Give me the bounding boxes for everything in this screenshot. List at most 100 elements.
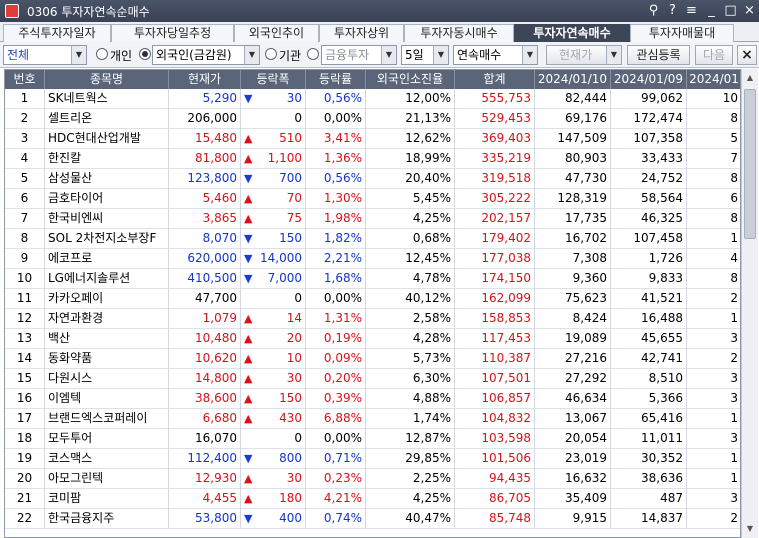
tab-investor-consecutive[interactable]: 투자자연속매수 [514,24,630,42]
stock-name-cell[interactable]: 백산 [45,329,169,349]
table-row[interactable]: 1 SK네트웍스 5,290 ▼ 30 0,56% 12,00% 555,753 82,444 9… [5,89,740,109]
table-row[interactable]: 19 코스맥스 112,400 ▼ 800 0,71% 29,85% 101,506 23,01… [5,449,740,469]
net-buy-day-3-text: 1 [730,451,738,465]
stock-name-cell[interactable]: SOL 2차전지소부장F [45,229,169,249]
stock-name-cell[interactable]: 브랜드엑스코퍼레이 [45,409,169,429]
table-row[interactable]: 11 카카오페이 47,700 0 0,00% 40,12% 162,099 75,623 41… [5,289,740,309]
net-buy-day-1-cell: 19,089 [535,329,611,349]
foreign-exhaustion-rate-cell: 4,88% [366,389,455,409]
stock-name-cell[interactable]: 한국금융지주 [45,509,169,529]
table-row[interactable]: 3 HDC현대산업개발 15,480 ▲ 510 3,41% 12,62% 369,403 14… [5,129,740,149]
stock-name-cell[interactable]: LG에너지솔루션 [45,269,169,289]
scrollbar-thumb[interactable] [744,89,756,239]
radio-foreign[interactable] [139,48,151,60]
column-header-change-rate[interactable]: 등락률 [306,70,366,89]
stock-name-cell[interactable]: HDC현대산업개발 [45,129,169,149]
table-row[interactable]: 20 아모그린텍 12,930 ▲ 30 0,23% 2,25% 94,435 16,632 38… [5,469,740,489]
table-row[interactable]: 21 코미팜 4,455 ▲ 180 4,21% 4,25% 86,705 35,409 487 3 [5,489,740,509]
stock-name-cell[interactable]: 코미팜 [45,489,169,509]
table-row[interactable]: 17 브랜드엑스코퍼레이 6,680 ▲ 430 6,88% 1,74% 104,832 13,… [5,409,740,429]
table-row[interactable]: 12 자연과환경 1,079 ▲ 14 1,31% 2,58% 158,853 8,424 16,… [5,309,740,329]
column-header-foreign-exhaustion-rate[interactable]: 외국인소진율 [366,70,455,89]
table-row[interactable]: 9 에코프로 620,000 ▼ 14,000 2,21% 12,45% 177,038 7,3… [5,249,740,269]
institution-type-select[interactable]: 금융투자 ▼ [321,45,397,65]
change-rate-text: 0,09% [323,351,362,365]
market-select[interactable]: 전체 ▼ [3,45,87,65]
table-row[interactable]: 6 금호타이어 5,460 ▲ 70 1,30% 5,45% 305,222 128,319 58… [5,189,740,209]
column-header-net-buy-day-1[interactable]: 2024/01/10 [535,70,611,89]
table-row[interactable]: 13 백산 10,480 ▲ 20 0,19% 4,28% 117,453 19,089 45,6… [5,329,740,349]
net-buy-day-3-cell: 8 [687,109,740,129]
table-row[interactable]: 15 다원시스 14,800 ▲ 30 0,20% 6,30% 107,501 27,292 8,… [5,369,740,389]
change-rate-text: 1,98% [323,211,362,225]
tab-investor-daily[interactable]: 주식투자자일자 [3,24,111,42]
column-header-row-number[interactable]: 번호 [5,70,45,89]
stock-name-cell[interactable]: 자연과환경 [45,309,169,329]
change-rate-cell: 0,56% [306,169,366,189]
stock-name-cell[interactable]: 모두투어 [45,429,169,449]
scroll-up-icon[interactable]: ▲ [742,70,758,86]
table-row[interactable]: 22 한국금융지주 53,800 ▼ 400 0,74% 40,47% 85,748 9,915… [5,509,740,529]
tab-foreign-trend[interactable]: 외국인추이 [234,24,319,42]
investor-select[interactable]: 외국인(금감원) ▼ [152,45,260,65]
table-row[interactable]: 14 동화약품 10,620 ▲ 10 0,09% 5,73% 110,387 27,216 42… [5,349,740,369]
foreign-exhaustion-rate-cell: 6,30% [366,369,455,389]
help-icon[interactable]: ? [664,2,681,19]
tab-investor-simultaneous[interactable]: 투자자동시매수 [404,24,514,42]
stock-name-cell[interactable]: 이엠텍 [45,389,169,409]
column-header-current-price[interactable]: 현재가 [169,70,241,89]
column-header-price-change[interactable]: 등락폭 [241,70,306,89]
net-buy-day-2-text: 172,474 [633,111,683,125]
foreign-exhaustion-rate-text: 1,74% [412,411,451,425]
row-number-cell: 13 [5,329,45,349]
stock-name-cell[interactable]: 금호타이어 [45,189,169,209]
column-header-net-buy-day-3[interactable]: 2024/01 [687,70,740,89]
table-row[interactable]: 5 삼성물산 123,800 ▼ 700 0,56% 20,40% 319,518 47,730… [5,169,740,189]
stock-name-cell[interactable]: 셀트리온 [45,109,169,129]
maximize-icon[interactable]: □ [722,2,739,19]
menu-icon[interactable]: ≡ [683,2,700,19]
scroll-down-icon[interactable]: ▼ [742,521,758,537]
table-row[interactable]: 7 한국비엔씨 3,865 ▲ 75 1,98% 4,25% 202,157 17,735 46,… [5,209,740,229]
next-button[interactable]: 다음 [695,45,733,65]
sort-select[interactable]: 현재가 ▼ [546,45,622,65]
watchlist-add-button[interactable]: 관심등록 [627,45,690,65]
pin-icon[interactable]: ⚲ [645,2,662,19]
tab-investor-volume-profile[interactable]: 투자자매물대 [630,24,734,42]
grid-header: 번호 종목명 현재가 등락폭 등락률 외국인소진율 합계 2024/01/10 2024/01/… [5,70,740,89]
column-header-total-net-buy[interactable]: 합계 [455,70,535,89]
stock-name-cell[interactable]: 에코프로 [45,249,169,269]
period-select[interactable]: 5일 ▼ [401,45,449,65]
stock-name-cell[interactable]: 카카오페이 [45,289,169,309]
table-row[interactable]: 8 SOL 2차전지소부장F 8,070 ▼ 150 1,82% 0,68% 179,402 1… [5,229,740,249]
minimize-icon[interactable]: _ [703,2,720,19]
table-row[interactable]: 10 LG에너지솔루션 410,500 ▼ 7,000 1,68% 4,78% 174,150… [5,269,740,289]
table-row[interactable]: 18 모두투어 16,070 0 0,00% 12,87% 103,598 20,054 11,… [5,429,740,449]
change-rate-text: 3,41% [323,131,362,145]
stock-name-cell[interactable]: 한진칼 [45,149,169,169]
stock-name-cell[interactable]: 다원시스 [45,369,169,389]
stock-name-cell[interactable]: 코스맥스 [45,449,169,469]
radio-institution-type[interactable] [307,48,319,60]
radio-institution[interactable] [265,48,277,60]
stock-name-cell[interactable]: SK네트웍스 [45,89,169,109]
row-number-text: 11 [16,291,33,305]
stock-name-cell[interactable]: 삼성물산 [45,169,169,189]
stock-name-cell[interactable]: 동화약품 [45,349,169,369]
table-row[interactable]: 16 이엠텍 38,600 ▲ 150 0,39% 4,88% 106,857 46,634 5,… [5,389,740,409]
tab-investor-top[interactable]: 투자자상위 [319,24,404,42]
table-row[interactable]: 2 셀트리온 206,000 0 0,00% 21,13% 529,453 69,176 172… [5,109,740,129]
radio-individual[interactable] [96,48,108,60]
column-header-stock-name[interactable]: 종목명 [45,70,169,89]
close-window-icon[interactable]: × [741,2,758,19]
stock-name-cell[interactable]: 아모그린텍 [45,469,169,489]
close-icon[interactable]: × [737,45,757,65]
stock-name-cell[interactable]: 한국비엔씨 [45,209,169,229]
mode-select[interactable]: 연속매수 ▼ [453,45,538,65]
column-header-net-buy-day-2[interactable]: 2024/01/09 [611,70,687,89]
net-buy-day-1-text: 9,915 [572,511,607,525]
vertical-scrollbar[interactable]: ▲ ▼ [741,69,758,538]
table-row[interactable]: 4 한진칼 81,800 ▲ 1,100 1,36% 18,99% 335,219 80,903… [5,149,740,169]
foreign-exhaustion-rate-cell: 40,47% [366,509,455,529]
tab-investor-estimate[interactable]: 투자자당일추정 [111,24,234,42]
